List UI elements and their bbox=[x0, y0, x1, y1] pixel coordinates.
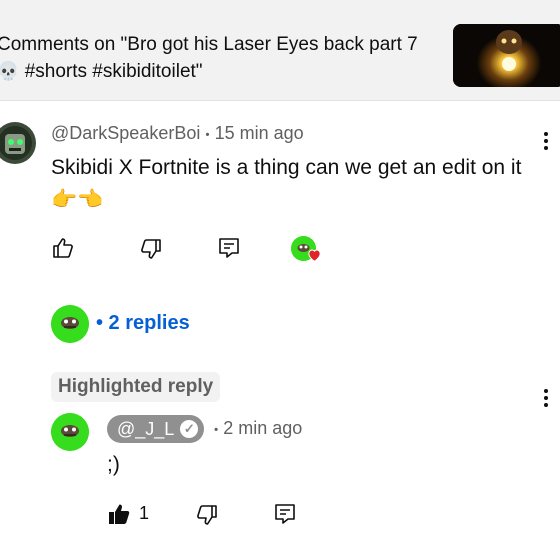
comment-time: 15 min ago bbox=[214, 123, 304, 143]
avatar-j-l[interactable] bbox=[51, 413, 89, 451]
header-title-line1: Comments on "Bro got his Laser Eyes back… bbox=[0, 34, 418, 55]
meta-separator: • bbox=[205, 127, 210, 142]
reply-icon[interactable] bbox=[217, 236, 241, 260]
skull-emoji: 💀 bbox=[0, 61, 20, 81]
thumbs-down-outline-icon[interactable] bbox=[195, 503, 219, 527]
comment-meta: @DarkSpeakerBoi • 15 min ago bbox=[51, 123, 304, 144]
highlighted-reply-chip: Highlighted reply bbox=[51, 372, 221, 402]
avatar-darkspeakerboi[interactable] bbox=[0, 122, 36, 164]
header-title-line2: 💀 #shorts #skibiditoilet" bbox=[0, 58, 442, 85]
header-title: Comments on "Bro got his Laser Eyes back… bbox=[0, 31, 442, 85]
replies-avatar bbox=[51, 305, 89, 343]
creator-heart-icon bbox=[291, 236, 321, 262]
reply-like-count: 1 bbox=[139, 503, 150, 523]
reply-meta: • 2 min ago bbox=[214, 418, 302, 439]
reply-author-badge[interactable]: @_J_L ✓ bbox=[107, 415, 205, 443]
verified-check-icon: ✓ bbox=[180, 420, 199, 438]
comment-menu-icon[interactable] bbox=[544, 132, 548, 153]
reply-author: @_J_L bbox=[117, 419, 175, 439]
video-thumbnail[interactable] bbox=[453, 24, 560, 87]
comment-text: Skibidi X Fortnite is a thing can we get… bbox=[51, 156, 522, 211]
meta-separator: • bbox=[214, 422, 219, 437]
reply-time: 2 min ago bbox=[223, 418, 303, 438]
comment-author[interactable]: @DarkSpeakerBoi bbox=[51, 123, 200, 143]
reply-text: ;) bbox=[107, 453, 120, 476]
reply-icon[interactable] bbox=[273, 502, 297, 526]
header-hashtags: #shorts #skibiditoilet" bbox=[19, 61, 203, 82]
thumbs-down-outline-icon[interactable] bbox=[139, 237, 163, 261]
reply-menu-icon[interactable] bbox=[544, 389, 548, 410]
thumbs-up-outline-icon[interactable] bbox=[51, 236, 75, 260]
thumbs-up-filled-icon[interactable] bbox=[107, 502, 131, 526]
view-replies-link[interactable]: • 2 replies bbox=[96, 312, 190, 335]
